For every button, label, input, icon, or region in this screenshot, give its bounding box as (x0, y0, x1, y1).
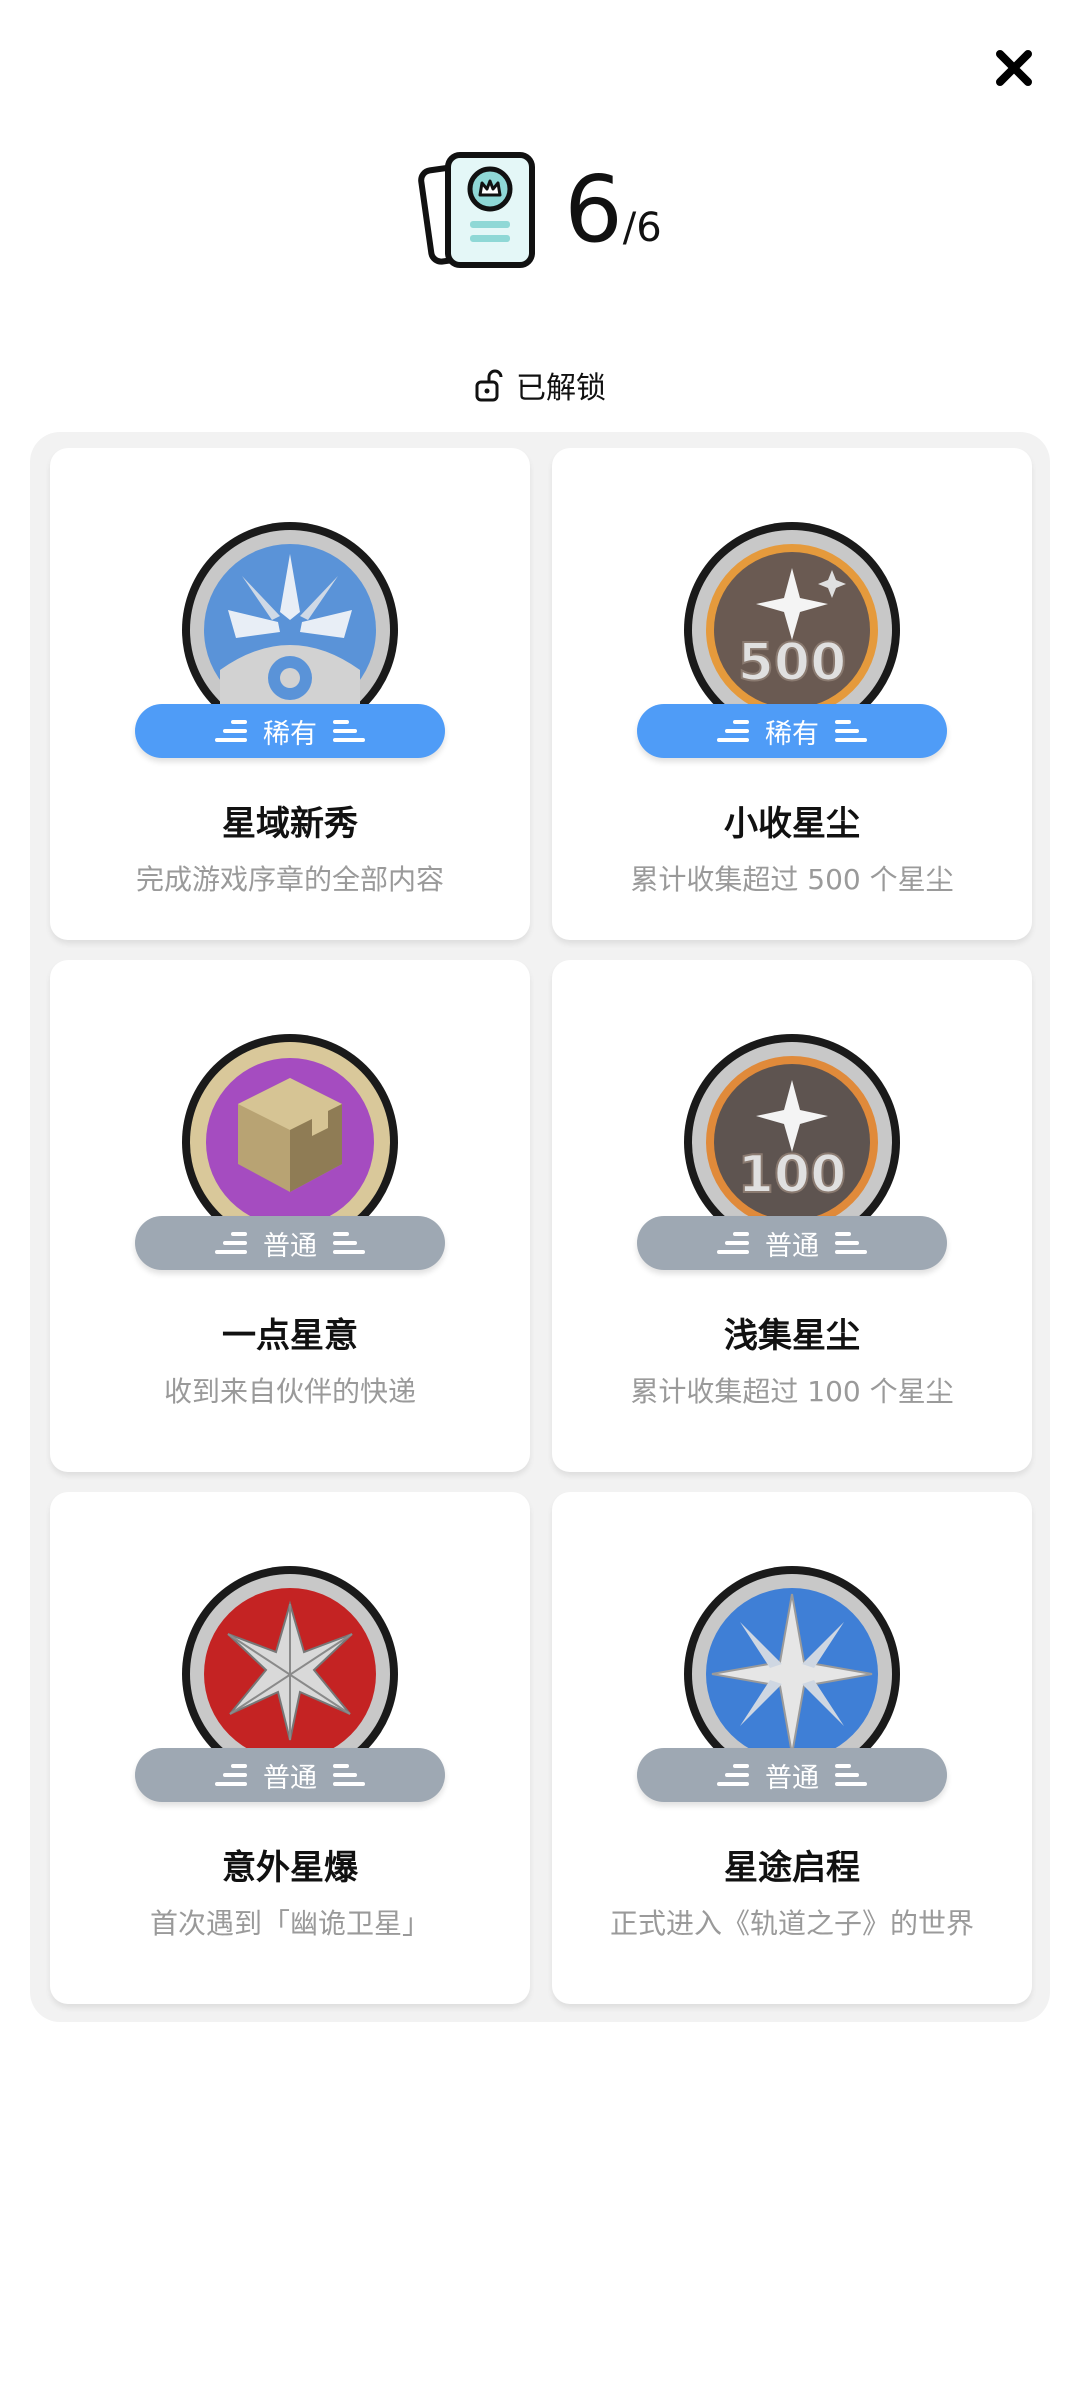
rarity-bars-icon (215, 1232, 247, 1254)
rarity-label: 普通 (765, 1762, 819, 1794)
rarity-tag: 稀有 (135, 704, 445, 758)
rarity-tag: 普通 (637, 1216, 947, 1270)
achievement-card[interactable]: 稀有 星域新秀 完成游戏序章的全部内容 (50, 448, 530, 940)
achievement-description: 收到来自伙伴的快递 (163, 1375, 416, 1408)
rarity-bars-icon (835, 720, 867, 742)
unlock-icon (475, 369, 503, 402)
rarity-bars-icon (717, 720, 749, 742)
rarity-label: 普通 (263, 1762, 317, 1794)
red-burst-badge (180, 1564, 400, 1754)
total-count: /6 (622, 205, 662, 251)
unlocked-section-label: 已解锁 (0, 360, 1080, 410)
blue-star-ring-badge (180, 520, 400, 710)
achievement-title: 星途启程 (724, 1848, 860, 1888)
achievement-card[interactable]: 100 普通 浅集星尘 累计收集超过 100 个星尘 (552, 960, 1032, 1472)
achievement-card[interactable]: 普通 一点星意 收到来自伙伴的快递 (50, 960, 530, 1472)
stardust-500-badge: 500 (682, 520, 902, 710)
rarity-bars-icon (333, 1232, 365, 1254)
badge-number: 500 (738, 633, 847, 693)
rarity-tag: 普通 (135, 1748, 445, 1802)
rarity-tag: 普通 (637, 1748, 947, 1802)
achievement-grid: 稀有 星域新秀 完成游戏序章的全部内容 500 稀有 小收星尘 累计收集超过 5… (50, 448, 1032, 2004)
collected-count: 6 (564, 156, 623, 263)
achievement-description: 完成游戏序章的全部内容 (135, 863, 444, 896)
rarity-bars-icon (717, 1232, 749, 1254)
achievement-card[interactable]: 500 稀有 小收星尘 累计收集超过 500 个星尘 (552, 448, 1032, 940)
achievement-title: 浅集星尘 (724, 1316, 860, 1356)
rarity-label: 稀有 (263, 718, 317, 750)
status-label: 已解锁 (516, 371, 606, 406)
achievement-title: 小收星尘 (724, 804, 860, 844)
close-button[interactable] (990, 44, 1038, 92)
rarity-bars-icon (215, 1764, 247, 1786)
achievement-description: 正式进入《轨道之子》的世界 (609, 1907, 974, 1940)
collection-header: 6 /6 (0, 140, 1080, 280)
purple-package-badge (180, 1032, 400, 1222)
rarity-bars-icon (835, 1764, 867, 1786)
stardust-100-badge: 100 (682, 1032, 902, 1222)
blue-compass-star-badge (682, 1564, 902, 1754)
rarity-bars-icon (835, 1232, 867, 1254)
rarity-label: 普通 (765, 1230, 819, 1262)
achievement-book-icon (418, 152, 536, 268)
achievement-card[interactable]: 普通 星途启程 正式进入《轨道之子》的世界 (552, 1492, 1032, 2004)
rarity-bars-icon (215, 720, 247, 742)
achievement-panel: 稀有 星域新秀 完成游戏序章的全部内容 500 稀有 小收星尘 累计收集超过 5… (30, 432, 1050, 2022)
achievement-description: 累计收集超过 100 个星尘 (630, 1375, 954, 1408)
achievement-title: 意外星爆 (222, 1848, 358, 1888)
rarity-bars-icon (333, 1764, 365, 1786)
achievement-description: 首次遇到「幽诡卫星」 (149, 1907, 430, 1940)
badge-number: 100 (738, 1145, 847, 1205)
rarity-tag: 稀有 (637, 704, 947, 758)
rarity-tag: 普通 (135, 1216, 445, 1270)
achievement-title: 一点星意 (222, 1316, 358, 1356)
achievement-description: 累计收集超过 500 个星尘 (630, 863, 954, 896)
rarity-label: 普通 (263, 1230, 317, 1262)
rarity-label: 稀有 (765, 718, 819, 750)
achievement-card[interactable]: 普通 意外星爆 首次遇到「幽诡卫星」 (50, 1492, 530, 2004)
rarity-bars-icon (717, 1764, 749, 1786)
rarity-bars-icon (333, 720, 365, 742)
close-icon (996, 50, 1032, 86)
collection-count: 6 /6 (564, 164, 661, 256)
achievement-title: 星域新秀 (222, 804, 358, 844)
